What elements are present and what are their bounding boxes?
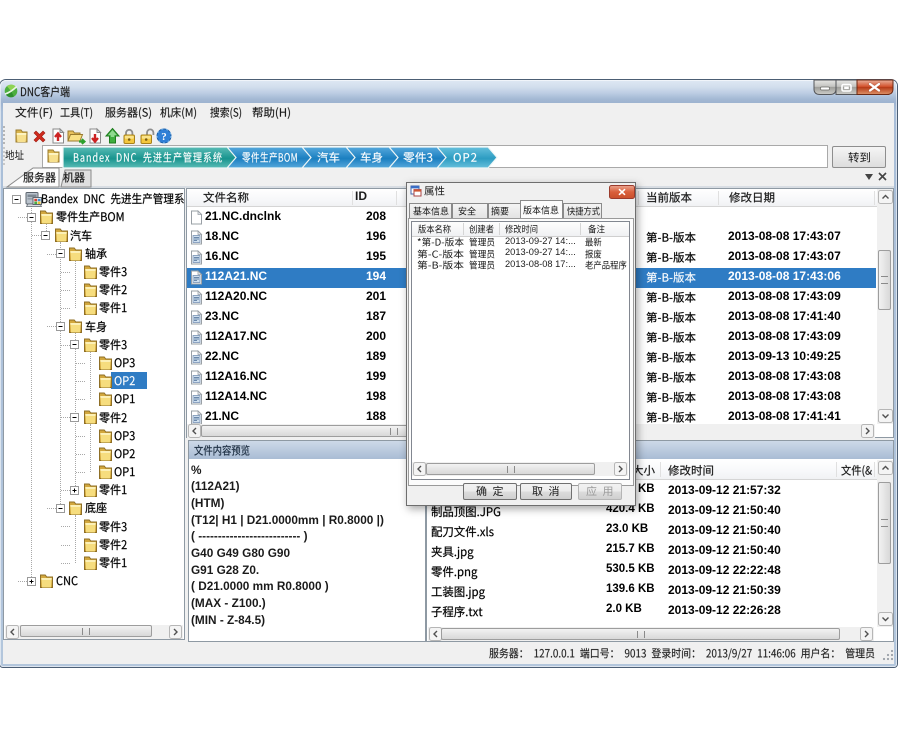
svg-text:?: ? [161,131,167,143]
